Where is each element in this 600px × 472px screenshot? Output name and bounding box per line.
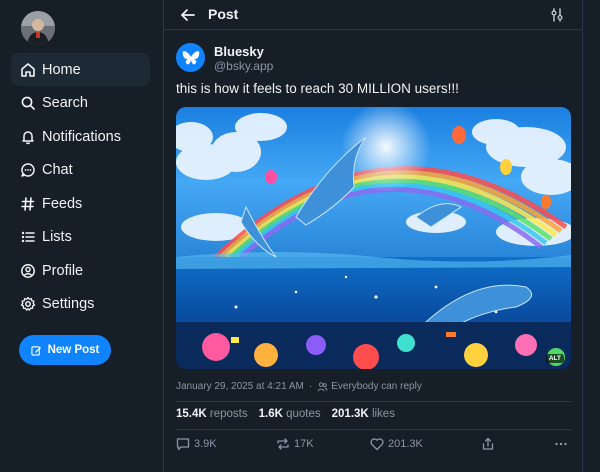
sidebar-item-label: Feeds [42, 195, 83, 212]
sidebar-item-home[interactable]: Home [11, 53, 150, 86]
quotes-count[interactable]: 1.6K quotes [259, 408, 321, 420]
heart-icon [370, 438, 384, 451]
hash-icon [21, 196, 35, 211]
reposts-value: 15.4K [176, 408, 207, 420]
divider [176, 401, 571, 402]
sidebar-item-label: Lists [42, 229, 72, 245]
likes-value: 201.3K [331, 408, 369, 420]
post-meta: January 29, 2025 at 4:21 AM · Everybody … [176, 381, 422, 392]
header: Post [164, 0, 582, 30]
more-options-button[interactable] [554, 437, 572, 451]
author-name[interactable]: Bluesky [214, 44, 264, 59]
search-icon [21, 96, 35, 110]
author-avatar[interactable] [176, 43, 205, 72]
main-nav: Home Search Notifications Chat Feeds Lis… [11, 53, 150, 321]
back-arrow-icon[interactable] [179, 6, 197, 24]
post-text: this is how it feels to reach 30 MILLION… [176, 81, 459, 96]
reply-count: 3.9K [194, 438, 217, 450]
user-icon [21, 263, 35, 278]
post-image[interactable]: ALT [176, 107, 571, 369]
chat-icon [21, 163, 35, 177]
like-count: 201.3K [388, 438, 423, 450]
likes-label: likes [371, 408, 395, 420]
repost-count: 17K [294, 438, 314, 450]
share-button[interactable] [481, 437, 499, 451]
sidebar-item-lists[interactable]: Lists [11, 221, 150, 254]
home-icon [21, 62, 35, 77]
reposts-label: reposts [209, 408, 248, 420]
sidebar: Home Search Notifications Chat Feeds Lis… [0, 0, 163, 472]
sliders-icon[interactable] [549, 7, 565, 23]
reply-icon [176, 438, 190, 451]
new-post-button[interactable]: New Post [19, 335, 111, 365]
sidebar-item-label: Chat [42, 162, 73, 178]
new-post-label: New Post [47, 344, 100, 356]
sidebar-item-settings[interactable]: Settings [11, 288, 150, 321]
author-handle[interactable]: @bsky.app [214, 59, 273, 73]
divider [176, 429, 571, 430]
post-stats: 15.4K reposts 1.6K quotes 201.3K likes [176, 408, 406, 420]
post-actions: 3.9K 17K 201.3K [176, 437, 571, 455]
people-icon [317, 382, 328, 392]
bell-icon [22, 130, 34, 144]
compose-icon [30, 345, 41, 356]
sidebar-item-label: Home [42, 61, 81, 78]
likes-count[interactable]: 201.3K likes [332, 408, 395, 420]
butterfly-logo-icon [182, 50, 199, 64]
more-icon [555, 442, 567, 446]
sidebar-item-label: Search [42, 95, 88, 111]
avatar[interactable] [21, 11, 55, 45]
post-timestamp: January 29, 2025 at 4:21 AM [176, 381, 304, 392]
sidebar-item-label: Profile [42, 262, 84, 279]
post-thread: Post Bluesky @bsky.app this is how it fe… [163, 0, 583, 472]
sidebar-item-feeds[interactable]: Feeds [11, 187, 150, 220]
page-title: Post [208, 6, 239, 22]
gear-icon [20, 296, 36, 311]
like-button[interactable]: 201.3K [370, 437, 423, 451]
sidebar-item-label: Notifications [42, 128, 121, 145]
repost-icon [277, 438, 289, 450]
sidebar-item-label: Settings [42, 296, 95, 312]
sidebar-item-profile[interactable]: Profile [11, 254, 150, 287]
quotes-label: quotes [286, 408, 321, 420]
reply-setting-label: Everybody can reply [331, 381, 422, 392]
share-icon [482, 437, 494, 450]
quotes-value: 1.6K [258, 408, 283, 420]
dolphin-rainbow-illustration [176, 107, 571, 369]
sidebar-item-chat[interactable]: Chat [11, 154, 150, 187]
meta-separator: · [308, 381, 313, 392]
list-icon [21, 231, 35, 243]
reply-settings[interactable]: Everybody can reply [317, 381, 422, 392]
sidebar-item-search[interactable]: Search [11, 87, 150, 120]
reply-button[interactable]: 3.9K [176, 437, 217, 451]
reposts-count[interactable]: 15.4K reposts [176, 408, 248, 420]
repost-button[interactable]: 17K [276, 437, 314, 451]
alt-badge[interactable]: ALT [545, 354, 564, 363]
sidebar-item-notifications[interactable]: Notifications [11, 120, 150, 153]
